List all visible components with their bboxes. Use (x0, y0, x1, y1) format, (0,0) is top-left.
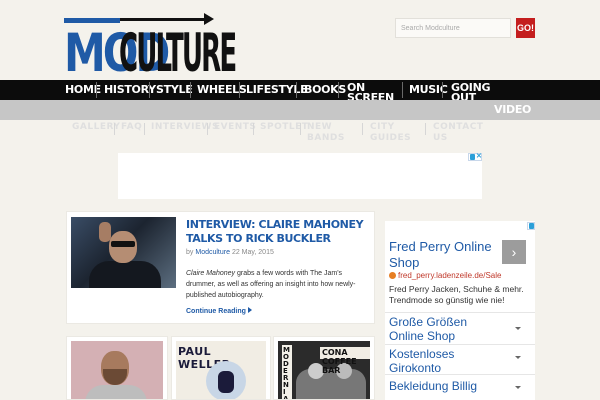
subnav-item-faq[interactable]: FAQ (121, 122, 142, 133)
ad-go-button[interactable]: › (502, 240, 526, 264)
subnav-divider (207, 123, 208, 135)
subnav-item-events[interactable]: EVENTS (214, 122, 256, 133)
subnav-item-spotlet[interactable]: SPOTLET (260, 122, 308, 133)
thumb-caption: MODERNIA (283, 346, 290, 400)
main-nav: HOME HISTORY STYLE WHEELS LIFESTYLE BOOK… (0, 80, 600, 103)
excerpt-name: Claire Mahoney (186, 270, 236, 277)
subnav-item-interviews[interactable]: INTERVIEWS (151, 122, 219, 133)
nav-item-video[interactable]: VIDEO (494, 100, 531, 120)
article-thumb-card[interactable]: PAUL WELLER (171, 336, 271, 400)
nav-divider (296, 82, 297, 98)
chevron-down-icon (515, 356, 521, 359)
article-date: 22 May, 2015 (231, 249, 274, 256)
search-input[interactable]: Search Modculture (395, 18, 511, 38)
article-excerpt: Claire Mahoney grabs a few words with Th… (186, 268, 372, 301)
search-button[interactable]: GO! (516, 18, 535, 38)
subnav-divider (144, 123, 145, 135)
subnav-divider (362, 123, 363, 135)
ad-link-label: Bekleidung Billig (389, 379, 478, 393)
subnav-item-contact-us[interactable]: CONTACT US (433, 122, 483, 144)
nav-divider (338, 82, 339, 98)
ad-headline[interactable]: Fred Perry Online Shop (389, 239, 499, 271)
article-image[interactable] (71, 217, 176, 288)
adchoices-icon[interactable] (527, 222, 535, 230)
adchoices-icon[interactable]: ✕ (468, 153, 482, 161)
site-favicon-icon (389, 272, 396, 279)
nav-divider (149, 82, 150, 98)
nav-item-books[interactable]: BOOKS (304, 80, 346, 100)
subnav-divider (300, 123, 301, 135)
continue-reading-label: Continue Reading (186, 308, 246, 315)
ad-link-label: Große Größen Online Shop (389, 315, 468, 343)
nav-divider (442, 82, 443, 98)
ad-link-item[interactable]: Große Größen Online Shop (385, 312, 535, 344)
subnav-item-new-bands[interactable]: NEW BANDS (307, 122, 345, 144)
thumb-sign-text: CONA COFFEE BAR (322, 348, 357, 375)
logo-arrow-line (120, 18, 206, 21)
continue-reading-link[interactable]: Continue Reading (186, 307, 252, 315)
site-logo[interactable]: MOD CULTURE (64, 12, 237, 80)
nav-item-style[interactable]: STYLE (156, 80, 193, 100)
article-meta: by Modculture 22 May, 2015 (186, 249, 274, 256)
subnav-divider (425, 123, 426, 135)
nav-divider (190, 82, 191, 98)
subnav-divider (114, 123, 115, 135)
nav-divider (96, 82, 97, 98)
nav-item-lifestyle[interactable]: LIFESTYLE (246, 80, 308, 100)
article-by: by (186, 249, 194, 256)
banner-ad[interactable]: ✕ (118, 153, 482, 199)
ad-url-text: fred_perry.ladenzeile.de/Sale (398, 271, 502, 280)
ad-url[interactable]: fred_perry.ladenzeile.de/Sale (389, 271, 501, 280)
article-thumb-image[interactable]: PAUL WELLER (176, 341, 266, 399)
ad-description: Fred Perry Jacken, Schuhe & mehr. Trendm… (389, 284, 524, 305)
article-title[interactable]: INTERVIEW: CLAIRE MAHONEY TALKS TO RICK … (186, 218, 370, 246)
sub-nav: VIDEO (0, 100, 600, 120)
ad-link-item[interactable]: Kostenloses Girokonto (385, 344, 535, 375)
article-thumb-image[interactable]: MODERNIA CONA COFFEE BAR (278, 341, 370, 399)
article-thumb-card[interactable] (66, 336, 168, 400)
article-thumb-image[interactable] (71, 341, 163, 399)
chevron-down-icon (515, 327, 521, 330)
nav-divider (239, 82, 240, 98)
subnav-divider (253, 123, 254, 135)
nav-divider (402, 82, 403, 98)
article-card: INTERVIEW: CLAIRE MAHONEY TALKS TO RICK … (66, 211, 375, 324)
ad-link-item[interactable]: Bekleidung Billig (385, 374, 535, 400)
article-author-link[interactable]: Modculture (195, 249, 230, 256)
article-thumb-card[interactable]: MODERNIA CONA COFFEE BAR (273, 336, 375, 400)
ad-link-label: Kostenloses Girokonto (389, 347, 455, 375)
chevron-down-icon (515, 386, 521, 389)
subnav-item-city-guides[interactable]: CITY GUIDES (370, 122, 411, 144)
logo-text-culture: CULTURE (119, 22, 237, 84)
play-arrow-icon (247, 307, 252, 313)
